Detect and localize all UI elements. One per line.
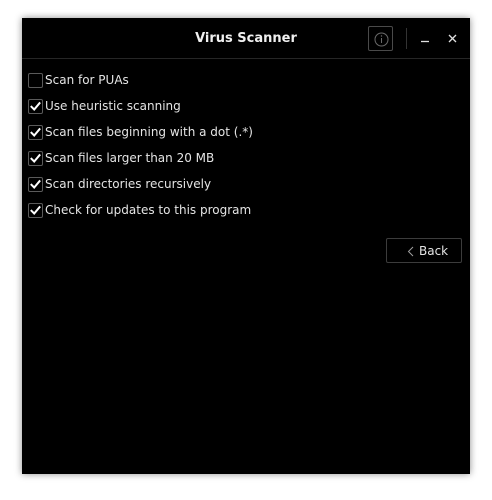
chevron-left-icon [407,246,414,257]
titlebar-separator [406,28,407,49]
check-icon [30,179,41,189]
check-icon [30,101,41,111]
close-button[interactable] [444,28,462,49]
option-label: Use heuristic scanning [45,99,181,113]
info-icon [374,32,389,47]
option-label: Scan files larger than 20 MB [45,151,215,165]
check-icon [30,127,41,137]
back-button[interactable]: Back [386,238,462,263]
option-label: Scan directories recursively [45,177,212,191]
checkbox-checked[interactable] [28,151,43,166]
option-heuristic-scanning[interactable]: Use heuristic scanning [28,99,328,119]
virus-scanner-window: Virus Scanner Scan for PUAs Use heuristi… [22,18,470,474]
check-icon [30,205,41,215]
title-bar: Virus Scanner [22,18,470,59]
option-check-updates[interactable]: Check for updates to this program [28,203,328,223]
minimize-button[interactable] [416,28,434,49]
checkbox-checked[interactable] [28,125,43,140]
checkbox-checked[interactable] [28,99,43,114]
option-dot-files[interactable]: Scan files beginning with a dot (.*) [28,125,328,145]
option-scan-puas[interactable]: Scan for PUAs [28,73,328,93]
checkbox-unchecked[interactable] [28,73,43,88]
option-recursive[interactable]: Scan directories recursively [28,177,328,197]
window-title: Virus Scanner [195,31,297,46]
info-button[interactable] [368,26,393,51]
close-icon [448,34,457,43]
checkbox-checked[interactable] [28,203,43,218]
minimize-icon [421,40,429,43]
checkbox-checked[interactable] [28,177,43,192]
option-label: Check for updates to this program [45,203,252,217]
check-icon [30,153,41,163]
option-label: Scan for PUAs [45,73,129,87]
back-button-label: Back [419,244,449,258]
option-label: Scan files beginning with a dot (.*) [45,125,253,139]
option-large-files[interactable]: Scan files larger than 20 MB [28,151,328,171]
